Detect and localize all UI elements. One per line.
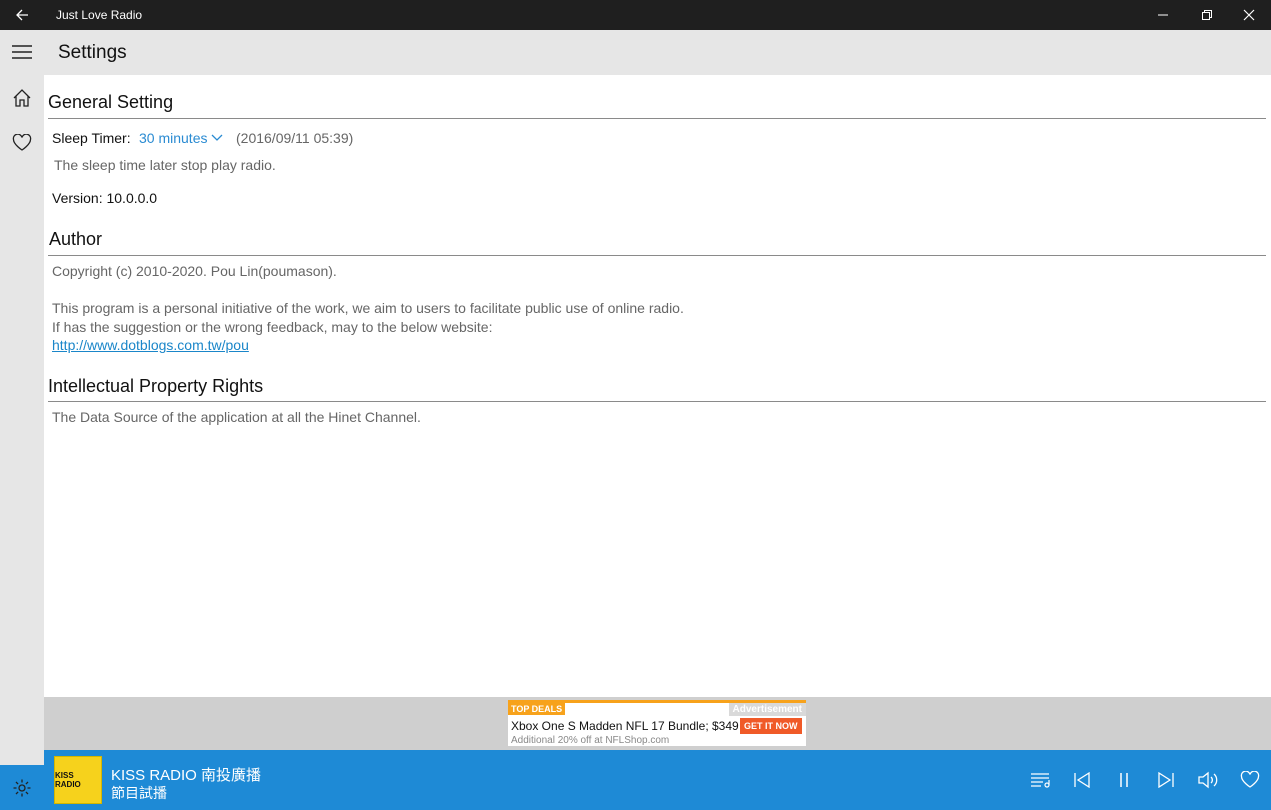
hamburger-icon: [12, 45, 32, 59]
gear-icon: [13, 779, 31, 796]
station-logo-text: KISS RADIO: [55, 771, 81, 789]
author-description-line2: If has the suggestion or the wrong feedb…: [52, 319, 493, 335]
station-name: KISS RADIO 南投廣播: [111, 767, 262, 784]
nav-settings-button[interactable]: [0, 765, 44, 810]
sleep-timer-label: Sleep Timer:: [52, 130, 131, 146]
volume-button[interactable]: [1192, 765, 1224, 795]
sleep-timer-value: 30 minutes: [139, 130, 208, 146]
chevron-down-icon: [212, 134, 223, 141]
next-button[interactable]: [1150, 765, 1182, 795]
ad-bar: TOP DEALS Advertisement Xbox One S Madde…: [44, 697, 1271, 750]
nav-home-button[interactable]: [0, 76, 44, 120]
general-section-title: General Setting: [48, 92, 174, 112]
ipr-text: The Data Source of the application at al…: [52, 409, 421, 425]
station-logo: KISS RADIO: [54, 756, 102, 804]
restore-button[interactable]: [1185, 0, 1229, 30]
pause-button[interactable]: [1108, 765, 1140, 795]
previous-button[interactable]: [1066, 765, 1098, 795]
section-divider: [48, 118, 1266, 119]
previous-icon: [1074, 772, 1090, 788]
player-bar: KISS RADIO KISS RADIO 南投廣播 節目試播: [44, 750, 1271, 810]
title-bar: Just Love Radio: [0, 0, 1271, 30]
volume-icon: [1198, 771, 1218, 789]
advertisement-banner[interactable]: TOP DEALS Advertisement Xbox One S Madde…: [508, 700, 806, 746]
ad-cta-button[interactable]: GET IT NOW: [740, 718, 802, 734]
favorite-button[interactable]: [1234, 765, 1266, 795]
sleep-timer-description: The sleep time later stop play radio.: [54, 157, 276, 173]
ad-tag: TOP DEALS: [508, 703, 566, 715]
ad-subtext: Additional 20% off at NFLShop.com: [511, 735, 670, 746]
restore-icon: [1202, 10, 1212, 20]
page-header: Settings: [44, 30, 1271, 75]
app-title: Just Love Radio: [56, 8, 143, 22]
ad-headline: Xbox One S Madden NFL 17 Bundle; $349: [511, 719, 739, 733]
section-divider: [48, 255, 1266, 256]
section-divider: [48, 401, 1266, 402]
nav-sidebar: [0, 30, 44, 810]
next-icon: [1158, 772, 1174, 788]
playlist-button[interactable]: [1025, 765, 1057, 795]
home-icon: [13, 89, 31, 107]
sleep-timer-time: (2016/09/11 05:39): [236, 130, 354, 146]
minimize-icon: [1158, 14, 1168, 16]
menu-button[interactable]: [0, 30, 44, 74]
copyright-text: Copyright (c) 2010-2020. Pou Lin(poumaso…: [52, 263, 337, 279]
program-name: 節目試播: [111, 785, 167, 801]
ipr-section-title: Intellectual Property Rights: [48, 376, 264, 396]
back-button[interactable]: [8, 0, 36, 30]
heart-icon: [12, 134, 32, 151]
sleep-timer-dropdown[interactable]: 30 minutes: [139, 130, 223, 146]
playlist-icon: [1031, 773, 1050, 788]
pause-icon: [1120, 773, 1128, 787]
close-icon: [1243, 9, 1255, 21]
heart-icon: [1240, 771, 1260, 788]
minimize-button[interactable]: [1141, 0, 1185, 30]
back-arrow-icon: [16, 9, 28, 21]
close-button[interactable]: [1227, 0, 1271, 30]
author-description-line1: This program is a personal initiative of…: [52, 300, 684, 316]
version-text: Version: 10.0.0.0: [52, 190, 158, 206]
nav-favorites-button[interactable]: [0, 121, 44, 165]
page-title: Settings: [58, 42, 127, 63]
settings-content: General Setting Sleep Timer: 30 minutes …: [44, 75, 1271, 697]
author-website-link[interactable]: http://www.dotblogs.com.tw/pou: [52, 337, 249, 353]
author-section-title: Author: [49, 229, 103, 249]
ad-label: Advertisement: [728, 703, 806, 716]
